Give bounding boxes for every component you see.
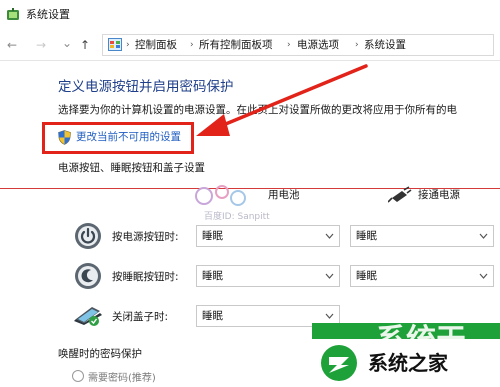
breadcrumb-separator: › bbox=[287, 40, 291, 50]
title-bar bbox=[0, 0, 500, 30]
window-title: 系统设置 bbox=[26, 8, 70, 21]
power-button-battery-select[interactable]: 睡眠 bbox=[196, 225, 340, 247]
select-value: 睡眠 bbox=[356, 270, 377, 282]
section-heading-wake-password: 唤醒时的密码保护 bbox=[58, 348, 142, 360]
power-button-label: 按电源按钮时: bbox=[112, 231, 179, 243]
close-lid-label: 关闭盖子时: bbox=[112, 311, 169, 323]
chevron-down-icon bbox=[325, 233, 334, 239]
watermark-text: 百度ID: Sanpitt bbox=[204, 212, 270, 222]
recent-locations-dropdown[interactable]: ⌄ bbox=[62, 35, 72, 51]
column-header-battery: 用电池 bbox=[268, 189, 300, 201]
breadcrumb-separator: › bbox=[355, 40, 359, 50]
column-header-plugged-in: 接通电源 bbox=[418, 189, 460, 201]
radio-button[interactable] bbox=[72, 370, 84, 382]
breadcrumb-system-settings[interactable]: 系统设置 bbox=[364, 38, 406, 52]
baidu-watermark-logo bbox=[195, 185, 246, 206]
change-unavailable-settings-link[interactable]: 更改当前不可用的设置 bbox=[76, 130, 181, 144]
breadcrumb-control-panel[interactable]: 控制面板 bbox=[135, 38, 177, 52]
power-options-icon bbox=[7, 8, 19, 20]
power-icon bbox=[75, 223, 101, 249]
select-value: 睡眠 bbox=[356, 230, 377, 242]
chevron-down-icon bbox=[325, 313, 334, 319]
forward-button[interactable]: → bbox=[36, 37, 46, 53]
chevron-down-icon bbox=[479, 273, 488, 279]
annotation-arrow bbox=[196, 64, 368, 136]
sleep-button-battery-select[interactable]: 睡眠 bbox=[196, 265, 340, 287]
uac-shield-icon bbox=[58, 130, 71, 145]
radio-label: 需要密码(推荐) bbox=[88, 373, 156, 384]
laptop-lid-icon bbox=[74, 307, 102, 326]
sleep-icon bbox=[75, 263, 101, 289]
chevron-down-icon bbox=[479, 233, 488, 239]
site-logo bbox=[321, 345, 357, 381]
section-heading-power-buttons: 电源按钮、睡眠按钮和盖子设置 bbox=[58, 162, 205, 174]
select-value: 睡眠 bbox=[202, 310, 223, 322]
require-password-radio[interactable]: 需要密码(推荐) bbox=[72, 370, 156, 386]
select-value: 睡眠 bbox=[202, 270, 223, 282]
breadcrumb-all-items[interactable]: 所有控制面板项 bbox=[199, 38, 273, 52]
power-button-plugged-select[interactable]: 睡眠 bbox=[350, 225, 494, 247]
select-value: 睡眠 bbox=[202, 230, 223, 242]
breadcrumb-power-options[interactable]: 电源选项 bbox=[297, 38, 339, 52]
breadcrumb-separator: › bbox=[126, 40, 130, 50]
control-panel-icon bbox=[108, 38, 122, 51]
sleep-button-plugged-select[interactable]: 睡眠 bbox=[350, 265, 494, 287]
site-watermark-text: 系统之家 bbox=[368, 351, 448, 375]
breadcrumb-separator: › bbox=[190, 40, 194, 50]
back-button[interactable]: ← bbox=[7, 37, 17, 53]
up-button[interactable]: ↑ bbox=[80, 37, 90, 53]
chevron-down-icon bbox=[325, 273, 334, 279]
sleep-button-label: 按睡眠按钮时: bbox=[112, 271, 179, 283]
power-plug-icon bbox=[388, 186, 412, 203]
